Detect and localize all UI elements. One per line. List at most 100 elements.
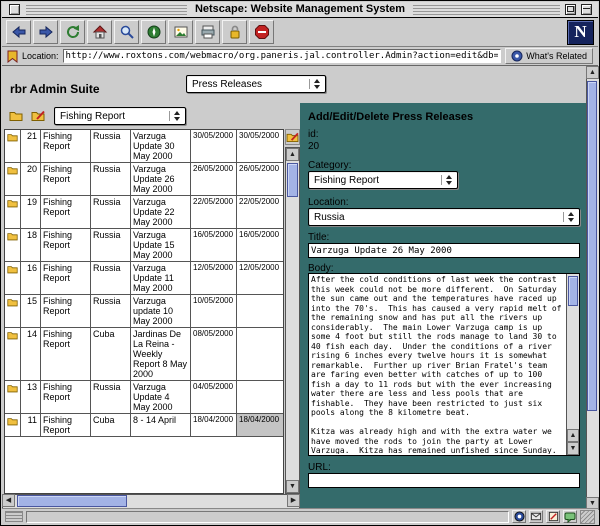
table-scrollbar[interactable]: ▲ ▼ [285,147,300,494]
row-title[interactable]: Varzuga Update 4 May 2000 [131,381,191,413]
scroll-up-icon[interactable]: ▲ [586,66,599,79]
folder-icon [7,383,18,393]
row-date: 22/05/2000 [191,196,237,228]
location-field-label: Location: [308,197,349,208]
security-button[interactable] [222,20,247,44]
table-row[interactable]: 16Fishing ReportRussiaVarzuga Update 11 … [5,262,283,295]
table-row[interactable]: 18Fishing ReportRussiaVarzuga Update 15 … [5,229,283,262]
category-filter-select[interactable]: Fishing Report [54,107,186,125]
scroll-left-icon[interactable]: ◀ [2,494,15,507]
status-bar [2,508,598,524]
netscape-window: Netscape: Website Management System N Lo… [0,0,600,526]
row-id: 19 [21,196,41,228]
table-hscrollbar-thumb[interactable] [17,495,127,507]
table-side-rail: ▲ ▼ [285,129,300,494]
title-input[interactable] [308,243,580,258]
body-scrollbar-thumb[interactable] [568,276,578,306]
page-header: rbr Admin Suite Press Releases [2,66,586,103]
table-row[interactable]: 11Fishing ReportCuba8 - 14 April18/04/20… [5,414,283,437]
row-location: Russia [91,262,131,294]
composer-component-button[interactable] [546,510,560,523]
folder-button[interactable] [7,107,25,123]
url-input[interactable] [63,49,502,63]
folder-icon [7,297,18,307]
scroll-up-icon[interactable]: ▲ [286,148,299,161]
row-title[interactable]: 8 - 14 April [131,414,191,436]
scroll-down-icon[interactable]: ▼ [286,480,299,493]
whats-related-button[interactable]: What's Related [505,48,593,64]
window-scrollbar[interactable]: ▲ ▼ [586,66,600,510]
forward-button[interactable] [33,20,58,44]
body-textarea[interactable]: After the cold conditions of last week t… [308,273,580,456]
home-button[interactable] [87,20,112,44]
whats-related-icon [511,50,523,62]
body-scrollbar[interactable]: ▲ ▼ [566,274,579,455]
category-select[interactable]: Fishing Report [308,171,458,189]
table-row[interactable]: 19Fishing ReportRussiaVarzuga Update 22 … [5,196,283,229]
row-title[interactable]: Varzuga Update 15 May 2000 [131,229,191,261]
row-category: Fishing Report [41,381,91,413]
scroll-down-icon[interactable]: ▼ [567,442,579,455]
row-category: Fishing Report [41,328,91,380]
row-date: 08/05/2000 [191,328,237,380]
table-row[interactable]: 21Fishing ReportRussiaVarzuga Update 30 … [5,130,283,163]
row-modified-date: 16/05/2000 [237,229,283,261]
table-row[interactable]: 13Fishing ReportRussiaVarzuga Update 4 M… [5,381,283,414]
row-date: 04/05/2000 [191,381,237,413]
row-title[interactable]: Varzuga update 10 May 2000 [131,295,191,327]
back-button[interactable] [6,20,31,44]
close-button[interactable] [9,4,20,15]
reload-button[interactable] [60,20,85,44]
id-label: id: [308,129,319,140]
row-title[interactable]: Varzuga Update 22 May 2000 [131,196,191,228]
edit-record-button[interactable] [285,129,300,145]
back-icon [11,24,27,40]
bookmark-icon[interactable] [7,50,18,63]
row-modified-date: 26/05/2000 [237,163,283,195]
row-id: 11 [21,414,41,436]
folder-icon [7,165,18,175]
discussion-component-button[interactable] [563,510,577,523]
netscape-logo[interactable]: N [567,20,594,45]
mail-component-button[interactable] [529,510,543,523]
collapse-button[interactable] [581,4,592,15]
resize-handle[interactable] [580,510,595,524]
row-title[interactable]: Jardinas De La Reina - Weekly Report 8 M… [131,328,191,380]
location-select[interactable]: Russia [308,208,580,226]
id-value: 20 [308,141,319,152]
row-location: Russia [91,381,131,413]
row-title[interactable]: Varzuga Update 26 May 2000 [131,163,191,195]
navigator-component-button[interactable] [512,510,526,523]
row-location: Russia [91,163,131,195]
scroll-right-icon[interactable]: ▶ [287,494,300,507]
zoom-button[interactable] [565,4,576,15]
row-modified-date: 30/05/2000 [237,130,283,162]
search-button[interactable] [114,20,139,44]
table-scrollbar-thumb[interactable] [287,163,298,197]
print-button[interactable] [195,20,220,44]
print-icon [200,24,216,40]
stop-button[interactable] [249,20,274,44]
row-id: 20 [21,163,41,195]
table-row[interactable]: 15Fishing ReportRussiaVarzuga update 10 … [5,295,283,328]
title-bar[interactable]: Netscape: Website Management System [2,2,598,18]
table-row[interactable]: 20Fishing ReportRussiaVarzuga Update 26 … [5,163,283,196]
row-id: 14 [21,328,41,380]
composer-icon [548,511,559,522]
guide-button[interactable] [141,20,166,44]
new-record-button[interactable] [29,107,47,123]
row-title[interactable]: Varzuga Update 11 May 2000 [131,262,191,294]
scroll-up-icon[interactable]: ▲ [567,429,579,442]
url-field[interactable] [308,473,580,488]
window-scrollbar-thumb[interactable] [587,81,597,411]
images-button[interactable] [168,20,193,44]
table-row[interactable]: 14Fishing ReportCubaJardinas De La Reina… [5,328,283,381]
row-title[interactable]: Varzuga Update 30 May 2000 [131,130,191,162]
folder-icon [9,110,23,121]
folder-edit-icon [286,132,299,142]
window-title: Netscape: Website Management System [187,3,413,15]
table-select[interactable]: Press Releases [186,75,326,93]
row-id: 21 [21,130,41,162]
folder-icon [7,132,18,142]
folder-icon [5,328,21,380]
